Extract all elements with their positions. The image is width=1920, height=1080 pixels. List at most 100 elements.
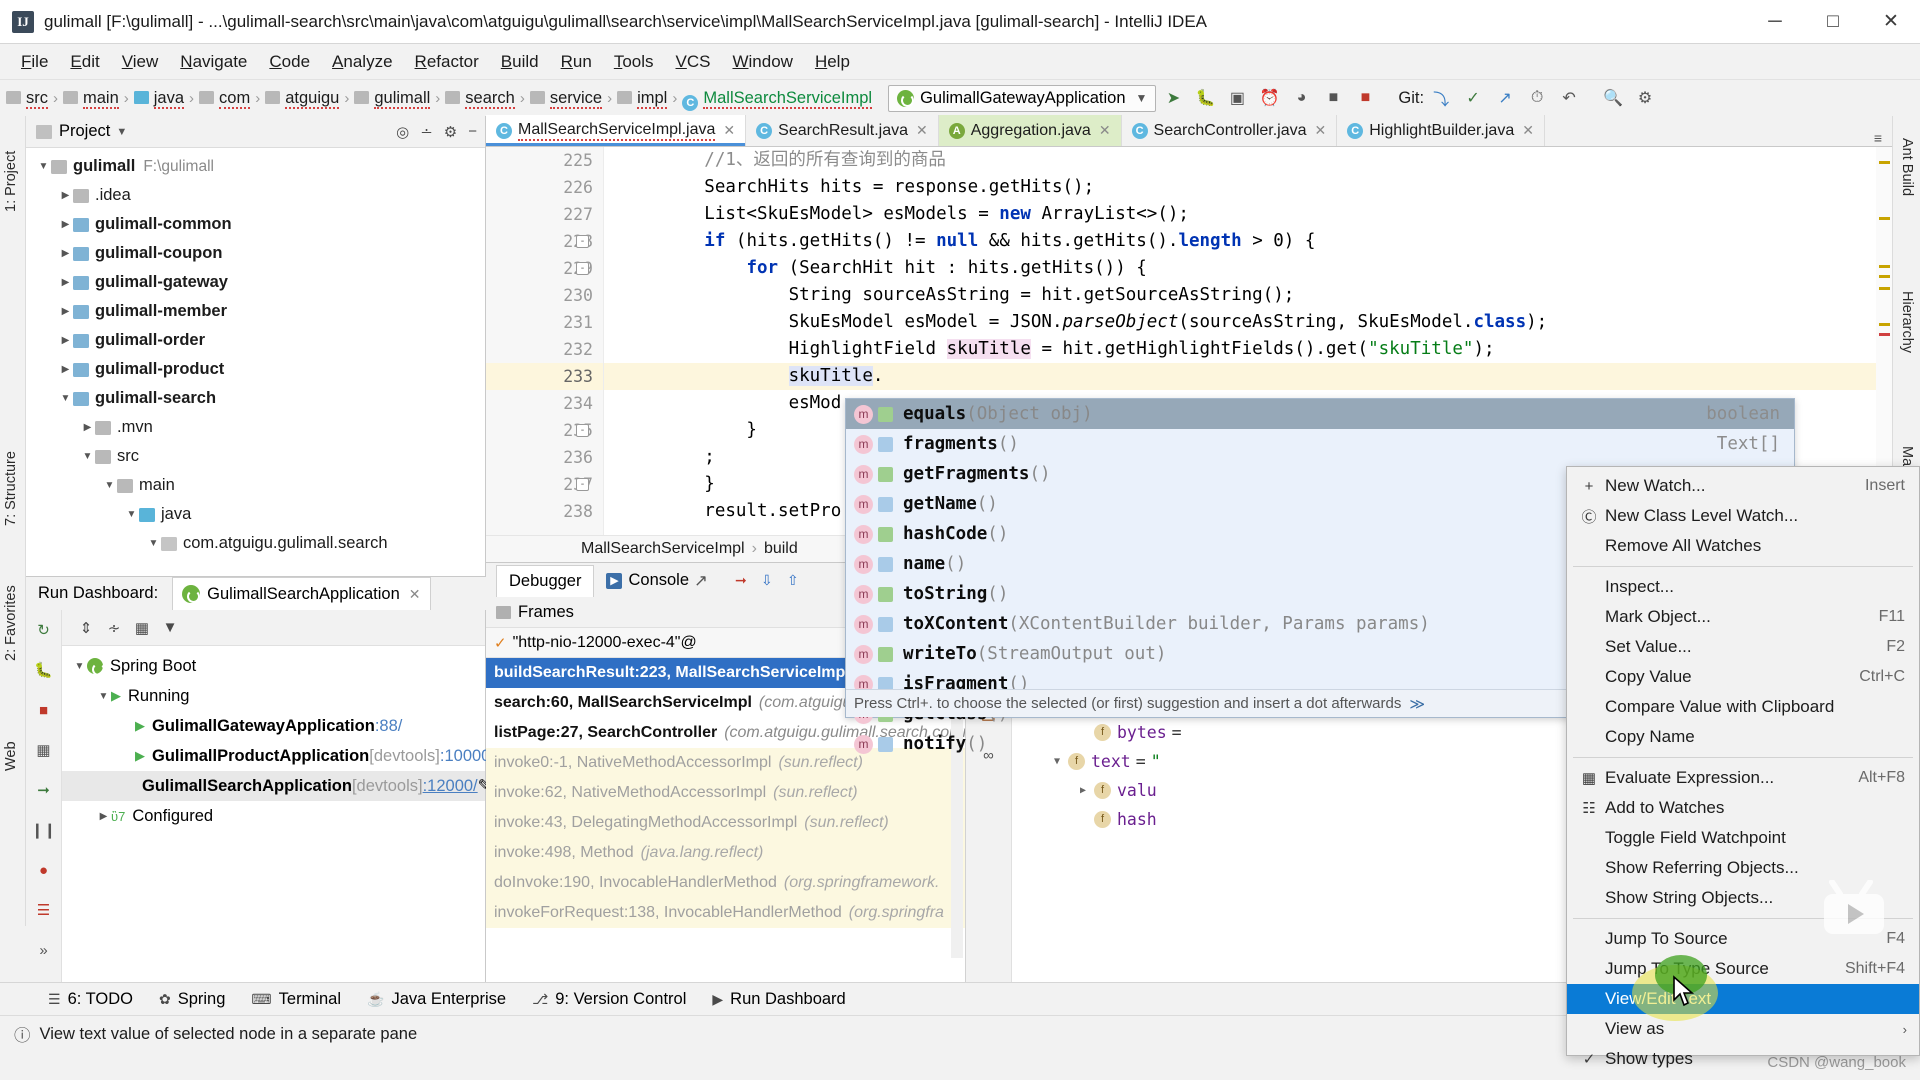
- frame-row[interactable]: invoke:62, NativeMethodAccessorImpl (sun.…: [486, 778, 965, 808]
- editor-tab-mallsearchserviceimpl[interactable]: C MallSearchServiceImpl.java ✕: [486, 115, 747, 146]
- tree-row[interactable]: ▼ gulimall-search: [26, 384, 485, 413]
- tree-row[interactable]: ▶ gulimall-gateway: [26, 268, 485, 297]
- debugger-context-menu[interactable]: + New Watch... Insert Ⓒ New Class Level Watc…: [1566, 466, 1920, 1068]
- completion-more-icon[interactable]: ≫: [1409, 695, 1425, 713]
- tab-list-icon[interactable]: ≡: [1874, 130, 1882, 146]
- toolwindow-button-run-dashboard[interactable]: ▶ Run Dashboard: [712, 990, 845, 1009]
- menu-item-inspect[interactable]: Inspect...: [1567, 572, 1919, 602]
- tree-row[interactable]: ▼ gulimall F:\gulimall: [26, 152, 485, 181]
- marker-warning[interactable]: [1879, 275, 1890, 278]
- frame-row[interactable]: invoke:498, Method (java.lang.reflect): [486, 838, 965, 868]
- marker-warning[interactable]: [1879, 265, 1890, 268]
- menu-item-vcs[interactable]: VCS: [665, 48, 722, 76]
- sidebar-item-web[interactable]: Web: [3, 741, 19, 771]
- run-dashboard-tab[interactable]: GulimallSearchApplication ✕: [172, 576, 431, 611]
- chevron-icon[interactable]: ▼: [96, 691, 111, 702]
- toolwindow-button-spring[interactable]: ✿ Spring: [159, 990, 225, 1009]
- chevron-icon[interactable]: ▶: [80, 422, 95, 433]
- sidebar-item-hierarchy[interactable]: Hierarchy: [1899, 291, 1915, 353]
- completion-item[interactable]: m fragments() Text[]: [846, 429, 1794, 459]
- chevron-icon[interactable]: ▼: [102, 480, 117, 491]
- breadcrumb-item-mallsearchserviceimpl[interactable]: C MallSearchServiceImpl: [682, 88, 873, 111]
- chevron-icon[interactable]: ▼: [58, 393, 73, 404]
- gear-icon[interactable]: ⚙: [444, 123, 457, 141]
- menu-item-navigate[interactable]: Navigate: [169, 48, 258, 76]
- tree-row[interactable]: ▼ java: [26, 500, 485, 529]
- breadcrumb-item-com[interactable]: com: [199, 88, 251, 109]
- run-configuration-selector[interactable]: GulimallGatewayApplication ▼: [888, 84, 1157, 112]
- debug-icon[interactable]: 🐛: [32, 658, 56, 682]
- more-icon[interactable]: »: [32, 938, 56, 962]
- tree-row[interactable]: ▼ com.atguigu.gulimall.search: [26, 529, 485, 558]
- tree-row[interactable]: ▶ gulimall-coupon: [26, 239, 485, 268]
- menu-item-code[interactable]: Code: [258, 48, 321, 76]
- chevron-icon[interactable]: ▶: [58, 364, 73, 375]
- menu-item-run[interactable]: Run: [550, 48, 603, 76]
- run-dashboard-row[interactable]: GulimallSearchApplication [devtools] :12…: [62, 771, 491, 801]
- run-dashboard-row[interactable]: ▶ GulimallGatewayApplication :88/: [62, 711, 485, 741]
- close-icon[interactable]: ✕: [1315, 122, 1327, 139]
- editor-tab-aggregation[interactable]: A Aggregation.java ✕: [938, 115, 1122, 146]
- run-dashboard-row-port[interactable]: :12000/: [423, 777, 478, 796]
- attach-button[interactable]: ■: [1318, 83, 1348, 113]
- chevron-icon[interactable]: ▶: [58, 306, 73, 317]
- tree-row[interactable]: ▶ gulimall-member: [26, 297, 485, 326]
- editor-tab-highlightbuilder[interactable]: C HighlightBuilder.java ✕: [1337, 115, 1545, 146]
- editor-tab-searchresult[interactable]: C SearchResult.java ✕: [746, 115, 939, 146]
- menu-item-file[interactable]: File: [10, 48, 59, 76]
- completion-item[interactable]: m equals (Object obj) boolean: [846, 399, 1794, 429]
- settings-icon[interactable]: ⚙: [1630, 83, 1660, 113]
- breadcrumb-item-service[interactable]: service: [529, 88, 603, 109]
- menu-item-tools[interactable]: Tools: [603, 48, 665, 76]
- run-dashboard-row[interactable]: ▼ ▶ Running: [62, 681, 485, 711]
- breadcrumb-item-src[interactable]: src: [6, 88, 48, 109]
- git-update-icon[interactable]: ⤵: [1426, 83, 1456, 113]
- pause-icon[interactable]: ❙❙: [31, 818, 56, 842]
- filter-icon[interactable]: ▼: [156, 614, 184, 642]
- menu-item-set-value[interactable]: Set Value... F2: [1567, 632, 1919, 662]
- menu-item-copy-value[interactable]: Copy Value Ctrl+C: [1567, 662, 1919, 692]
- run-dashboard-row[interactable]: ▶ GulimallProductApplication [devtools] :…: [62, 741, 495, 771]
- close-button[interactable]: ✕: [1862, 0, 1920, 44]
- run-dashboard-row[interactable]: ▼ Spring Boot: [62, 651, 485, 681]
- collapse-all-icon[interactable]: ∻: [100, 614, 128, 642]
- chevron-icon[interactable]: ▶: [58, 248, 73, 259]
- marker-warning[interactable]: [1879, 323, 1890, 326]
- editor-breadcrumb-item[interactable]: build: [764, 540, 798, 558]
- breadcrumb-item-impl[interactable]: impl: [617, 88, 668, 109]
- tree-row[interactable]: ▼ main: [26, 471, 485, 500]
- chevron-icon[interactable]: ▶: [58, 277, 73, 288]
- expand-all-icon[interactable]: ⇕: [72, 614, 100, 642]
- menu-item-copy-name[interactable]: Copy Name: [1567, 722, 1919, 752]
- stop-square-button[interactable]: ■: [1350, 83, 1380, 113]
- fold-toggle-icon[interactable]: -: [576, 262, 589, 275]
- menu-item-show-types[interactable]: ✓ Show types: [1567, 1044, 1919, 1074]
- rerun-icon[interactable]: ↻: [32, 618, 56, 642]
- editor-tab-searchcontroller[interactable]: C SearchController.java ✕: [1122, 115, 1338, 146]
- tree-row[interactable]: ▶ gulimall-product: [26, 355, 485, 384]
- marker-error[interactable]: [1879, 333, 1890, 336]
- menu-item-new-watch[interactable]: + New Watch... Insert: [1567, 471, 1919, 501]
- profile-button[interactable]: ◕: [1286, 83, 1316, 113]
- fold-toggle-icon[interactable]: -: [576, 424, 589, 437]
- editor-gutter[interactable]: 225 226 227 228-229- 230 231 232 233 234 235- 236 2…: [486, 147, 604, 535]
- sidebar-item-project[interactable]: 1: Project: [3, 151, 19, 212]
- toolwindow-button-6-todo[interactable]: ☰ 6: TODO: [48, 990, 133, 1009]
- menu-item-analyze[interactable]: Analyze: [321, 48, 403, 76]
- menu-item-view-as[interactable]: View as ›: [1567, 1014, 1919, 1044]
- run-dashboard-row[interactable]: ▶ ὒ7 Configured: [62, 801, 485, 831]
- run-with-coverage-button[interactable]: ▣: [1222, 83, 1252, 113]
- stop-button[interactable]: ⏰: [1254, 83, 1284, 113]
- step-icon[interactable]: ➞: [32, 778, 56, 802]
- tree-row[interactable]: ▶ .idea: [26, 181, 485, 210]
- toolwindow-button-java-enterprise[interactable]: ☕ Java Enterprise: [367, 990, 506, 1009]
- tree-row[interactable]: ▶ gulimall-common: [26, 210, 485, 239]
- fold-toggle-icon[interactable]: -: [576, 478, 589, 491]
- menu-item-evaluate-expression[interactable]: ▦ Evaluate Expression... Alt+F8: [1567, 763, 1919, 793]
- chevron-icon[interactable]: ▼: [124, 509, 139, 520]
- menu-item-view-edit-text[interactable]: View/Edit Text: [1567, 984, 1919, 1014]
- fold-toggle-icon[interactable]: -: [576, 235, 589, 248]
- close-icon[interactable]: ✕: [916, 122, 928, 139]
- breadcrumb-item-java[interactable]: java: [133, 88, 185, 109]
- tree-row[interactable]: ▶ .mvn: [26, 413, 485, 442]
